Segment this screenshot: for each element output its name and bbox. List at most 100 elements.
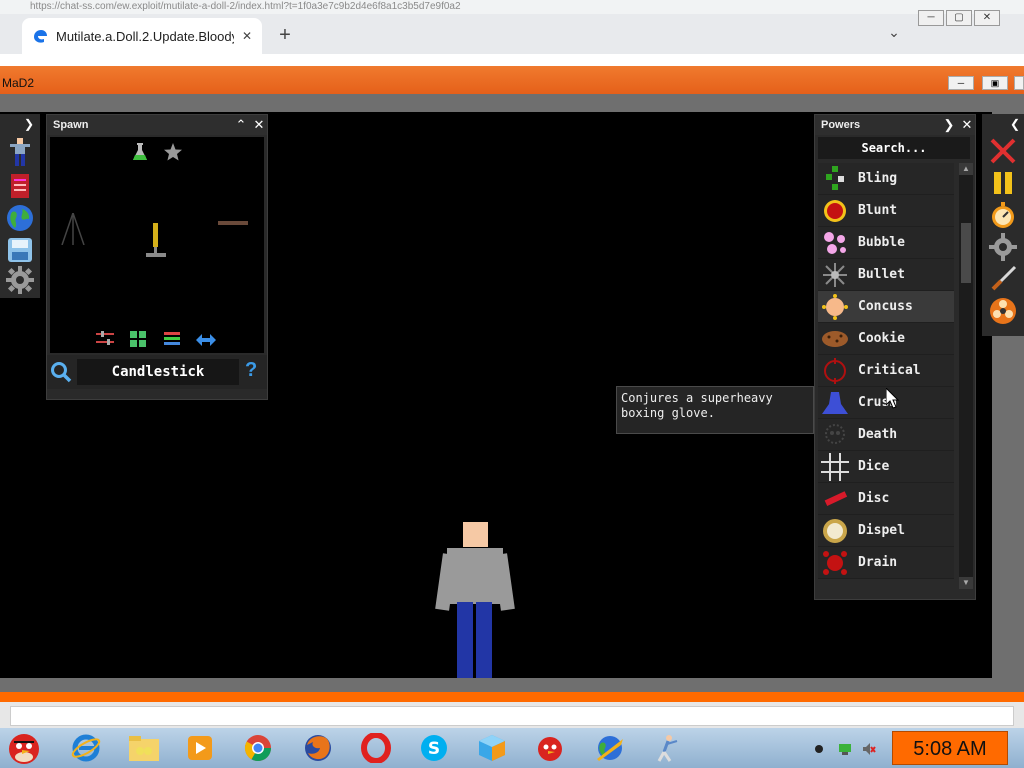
tray-dot-icon[interactable]: [812, 742, 826, 756]
power-item-concuss[interactable]: Concuss: [818, 291, 954, 323]
game-maximize-button[interactable]: ▣: [982, 76, 1008, 90]
ragdoll-icon[interactable]: [5, 138, 35, 166]
tab-dropdown-button[interactable]: ⌄: [884, 24, 904, 44]
globe-icon[interactable]: [5, 204, 35, 232]
death-icon: [820, 420, 850, 450]
power-item-bling[interactable]: Bling: [818, 163, 954, 195]
power-label: Disc: [858, 491, 890, 506]
power-item-death[interactable]: Death: [818, 419, 954, 451]
tripod-item[interactable]: [60, 212, 86, 250]
power-item-drain[interactable]: Drain: [818, 547, 954, 579]
scroll-up-arrow[interactable]: ▲: [959, 163, 973, 175]
pause-icon[interactable]: [988, 168, 1018, 198]
tab-close-icon[interactable]: ✕: [242, 29, 252, 43]
sliders-icon[interactable]: [96, 331, 114, 350]
stopwatch-icon[interactable]: [988, 200, 1018, 230]
bullet-icon: [820, 260, 850, 290]
candlestick-item[interactable]: [144, 223, 168, 264]
power-label: Bullet: [858, 267, 905, 282]
spawn-panel: Spawn ⌃ ✕ Candlestick ?: [46, 114, 268, 400]
power-label: Death: [858, 427, 898, 442]
flask-icon[interactable]: [132, 143, 148, 166]
browser-maximize-button[interactable]: ▢: [946, 10, 972, 26]
folder-icon[interactable]: [124, 731, 164, 765]
book-icon[interactable]: [5, 172, 35, 200]
chevron-left-icon[interactable]: ❮: [1010, 117, 1020, 131]
scroll-down-arrow[interactable]: ▼: [959, 577, 973, 589]
address-bar[interactable]: https://chat-ss.com/ew.exploit/mutilate-…: [0, 0, 1024, 14]
spawn-search-input[interactable]: Candlestick: [77, 359, 239, 385]
cookie-icon: [820, 324, 850, 354]
chrome-icon[interactable]: [238, 731, 278, 765]
power-label: Bubble: [858, 235, 905, 250]
close-icon[interactable]: ✕: [251, 117, 267, 133]
save-disk-icon[interactable]: [5, 236, 35, 264]
grid-view-icon[interactable]: [130, 331, 146, 352]
dice-icon: [820, 452, 850, 482]
opera-icon[interactable]: [356, 731, 396, 765]
scroll-thumb[interactable]: [961, 223, 971, 283]
power-item-dispel[interactable]: Dispel: [818, 515, 954, 547]
power-item-cookie[interactable]: Cookie: [818, 323, 954, 355]
settings-gear-icon[interactable]: [988, 232, 1018, 262]
browser-tab[interactable]: Mutilate.a.Doll.2.Update.Bloody. ✕: [22, 18, 262, 54]
power-item-dice[interactable]: Dice: [818, 451, 954, 483]
stickman-app-icon[interactable]: [646, 731, 686, 765]
dispel-icon: [820, 516, 850, 546]
help-icon[interactable]: ?: [245, 359, 263, 383]
network-globe-icon[interactable]: [590, 731, 630, 765]
taskbar-clock[interactable]: 5:08 AM: [892, 731, 1008, 765]
bubble-icon: [820, 228, 850, 258]
game-close-button[interactable]: [1014, 76, 1024, 90]
skype-icon[interactable]: S: [414, 731, 454, 765]
swap-arrows-icon[interactable]: [196, 333, 216, 351]
chevron-up-icon[interactable]: ⌃: [233, 117, 249, 133]
star-icon[interactable]: [164, 143, 182, 166]
3d-box-icon[interactable]: [472, 731, 512, 765]
media-player-icon[interactable]: [180, 731, 220, 765]
tab-title: Mutilate.a.Doll.2.Update.Bloody.: [56, 28, 234, 44]
plank-item[interactable]: [218, 221, 248, 225]
search-icon[interactable]: [50, 361, 72, 383]
powers-search-input[interactable]: Search...: [818, 137, 970, 159]
powers-panel: Powers ❯ ✕ Search... Bling Blunt Bubble Bul…: [814, 114, 976, 600]
angry-birds-icon[interactable]: [530, 731, 570, 765]
clear-x-icon[interactable]: [988, 136, 1018, 166]
angry-birds-start-icon[interactable]: [4, 731, 44, 765]
game-minimize-button[interactable]: ─: [948, 76, 974, 90]
blunt-icon: [820, 196, 850, 226]
power-item-bubble[interactable]: Bubble: [818, 227, 954, 259]
chevron-right-icon[interactable]: ❯: [24, 117, 34, 131]
power-tooltip: Conjures a superheavy boxing glove.: [616, 386, 814, 434]
power-item-disc[interactable]: Disc: [818, 483, 954, 515]
ragdoll-head[interactable]: [463, 522, 488, 547]
list-view-icon[interactable]: [164, 331, 180, 352]
knife-icon[interactable]: [988, 264, 1018, 294]
gear-icon[interactable]: [5, 266, 35, 294]
explosion-icon[interactable]: [988, 296, 1018, 326]
spawn-preview[interactable]: [50, 137, 264, 353]
ragdoll-left-leg[interactable]: [457, 602, 473, 678]
firefox-icon[interactable]: [298, 731, 338, 765]
chevron-right-icon[interactable]: ❯: [941, 117, 957, 133]
power-item-bullet[interactable]: Bullet: [818, 259, 954, 291]
ragdoll-right-leg[interactable]: [476, 602, 492, 678]
close-icon[interactable]: ✕: [959, 117, 975, 133]
volume-muted-icon[interactable]: [862, 742, 876, 756]
powers-scrollbar[interactable]: ▲ ▼: [959, 163, 973, 589]
browser-minimize-button[interactable]: ─: [918, 10, 944, 26]
new-tab-button[interactable]: +: [272, 22, 298, 48]
svg-text:S: S: [428, 739, 440, 759]
power-item-critical[interactable]: Critical: [818, 355, 954, 387]
powers-list[interactable]: Bling Blunt Bubble Bullet Concuss Cookie Criti…: [818, 163, 954, 589]
network-tray-icon[interactable]: [838, 742, 852, 756]
game-frame-top: [0, 94, 1024, 112]
drain-icon: [820, 548, 850, 578]
tooltip-line-1: Conjures a superheavy: [621, 391, 773, 405]
ragdoll-torso[interactable]: [447, 548, 503, 604]
internet-explorer-icon[interactable]: [66, 731, 106, 765]
game-window-bottom-border: [0, 692, 1024, 702]
power-label: Drain: [858, 555, 898, 570]
browser-close-button[interactable]: ✕: [974, 10, 1000, 26]
power-item-blunt[interactable]: Blunt: [818, 195, 954, 227]
